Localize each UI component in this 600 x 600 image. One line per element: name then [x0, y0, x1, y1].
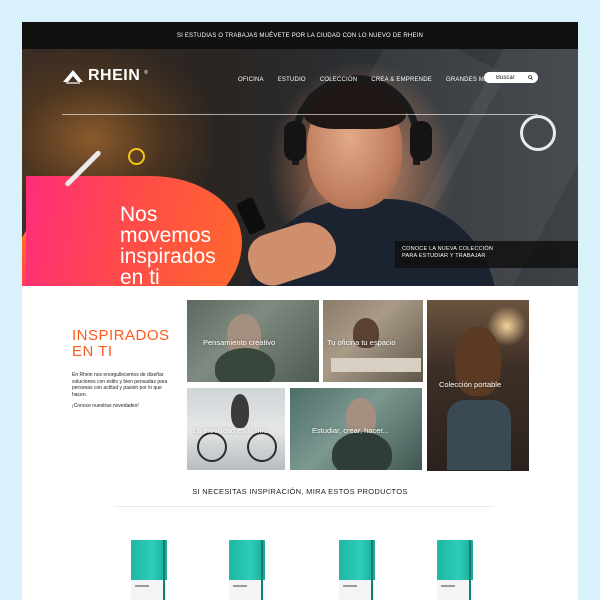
nav-item-coleccion[interactable]: COLECCIÓN	[320, 77, 357, 83]
inspired-heading: INSPIRADOS EN TI	[72, 328, 172, 360]
rhein-logo[interactable]: RHEIN ®	[62, 67, 148, 85]
tile-person-body	[332, 432, 392, 470]
inspired-heading-line: INSPIRADOS	[72, 327, 170, 344]
header-divider	[62, 114, 538, 115]
product-folder[interactable]	[339, 540, 375, 600]
inspired-body: En Rhein nos enorgullecemos de diseñar s…	[72, 372, 168, 398]
folder-label-band	[437, 580, 473, 600]
tile-backpack	[447, 400, 511, 470]
folder-label-band	[131, 580, 167, 600]
announcement-bar: SI ESTUDIAS O TRABAJAS MUÉVETE POR LA CI…	[22, 22, 578, 49]
bicycle-wheel-icon	[197, 432, 227, 462]
tile-tu-oficina[interactable]: Tu oficina tu espacio	[323, 300, 423, 382]
inspired-section: INSPIRADOS EN TI En Rhein nos enorgullec…	[72, 328, 172, 410]
products-section-title: SI NECESITAS INSPIRACIÓN, MIRA ESTOS PRO…	[192, 487, 408, 496]
tile-label: Tu oficina tu espacio	[327, 338, 396, 347]
promo-line: CONOCE LA NUEVA COLECCIÓN	[402, 246, 494, 252]
collection-promo-link[interactable]: CONOCE LA NUEVA COLECCIÓN PARA ESTUDIAR …	[395, 241, 578, 268]
promo-line: PARA ESTUDIAR Y TRABAJAR	[402, 253, 486, 259]
yellow-ring-shape	[128, 148, 145, 165]
tile-label: Colección portable	[439, 380, 502, 389]
headphone-cup-right	[410, 121, 432, 161]
tile-label: La movilidad es lo mío	[193, 426, 268, 435]
announcement-text: SI ESTUDIAS O TRABAJAS MUÉVETE POR LA CI…	[176, 32, 424, 39]
folder-elastic	[261, 540, 263, 600]
folder-elastic	[469, 540, 471, 600]
product-folder[interactable]	[437, 540, 473, 600]
tile-cyclist	[231, 394, 249, 428]
bicycle-wheel-icon	[247, 432, 277, 462]
search-box	[484, 72, 538, 83]
hero-banner: Nos movemos inspirados en ti CONOCE LA N…	[22, 49, 578, 286]
search-input[interactable]	[496, 74, 528, 81]
search-icon[interactable]	[528, 74, 533, 81]
hero-title-line: inspirados	[120, 245, 216, 268]
tile-desk	[331, 358, 421, 372]
nav-item-oficina[interactable]: OFICINA	[238, 77, 264, 83]
rhein-logo-icon	[63, 70, 83, 84]
tile-movilidad[interactable]: La movilidad es lo mío	[187, 388, 285, 470]
nav-item-estudio[interactable]: ESTUDIO	[278, 77, 306, 83]
hero-title-line: Nos	[120, 203, 158, 226]
folder-tag	[233, 585, 247, 587]
hero-title-line: en ti	[120, 266, 160, 286]
folder-tag	[441, 585, 455, 587]
site-header: RHEIN ® OFICINA ESTUDIO COLECCIÓN CREA &…	[22, 49, 578, 115]
tile-label: Estudiar, crear, hacer...	[312, 426, 389, 435]
hero-title-line: movemos	[120, 224, 212, 247]
inspired-heading-line: EN TI	[72, 343, 113, 360]
tile-label: Pensamiento creativo	[203, 338, 276, 347]
registered-mark: ®	[144, 70, 148, 76]
main-nav: OFICINA ESTUDIO COLECCIÓN CREA & EMPREND…	[238, 77, 506, 83]
nav-item-crea-emprende[interactable]: CREA & EMPRENDE	[371, 77, 432, 83]
headphone-cup-left	[284, 121, 306, 161]
tile-pensamiento-creativo[interactable]: Pensamiento creativo	[187, 300, 319, 382]
folder-elastic	[163, 540, 165, 600]
folder-elastic	[371, 540, 373, 600]
white-ring-shape	[520, 115, 556, 151]
product-folder[interactable]	[229, 540, 265, 600]
folder-label-band	[339, 580, 375, 600]
folder-label-band	[229, 580, 265, 600]
tile-coleccion-portable[interactable]: Colección portable	[427, 300, 529, 471]
hero-title: Nos movemos inspirados en ti	[120, 204, 216, 286]
folder-tag	[135, 585, 149, 587]
product-folder[interactable]	[131, 540, 167, 600]
tile-estudiar-crear[interactable]: Estudiar, crear, hacer...	[290, 388, 422, 470]
inspired-cta: ¡Conoce nuestras novedades!	[72, 403, 139, 409]
web-page: SI ESTUDIAS O TRABAJAS MUÉVETE POR LA CI…	[22, 22, 578, 600]
tile-person-body	[215, 348, 275, 382]
folder-tag	[343, 585, 357, 587]
brand-name: RHEIN	[88, 67, 141, 84]
section-divider	[114, 506, 494, 507]
